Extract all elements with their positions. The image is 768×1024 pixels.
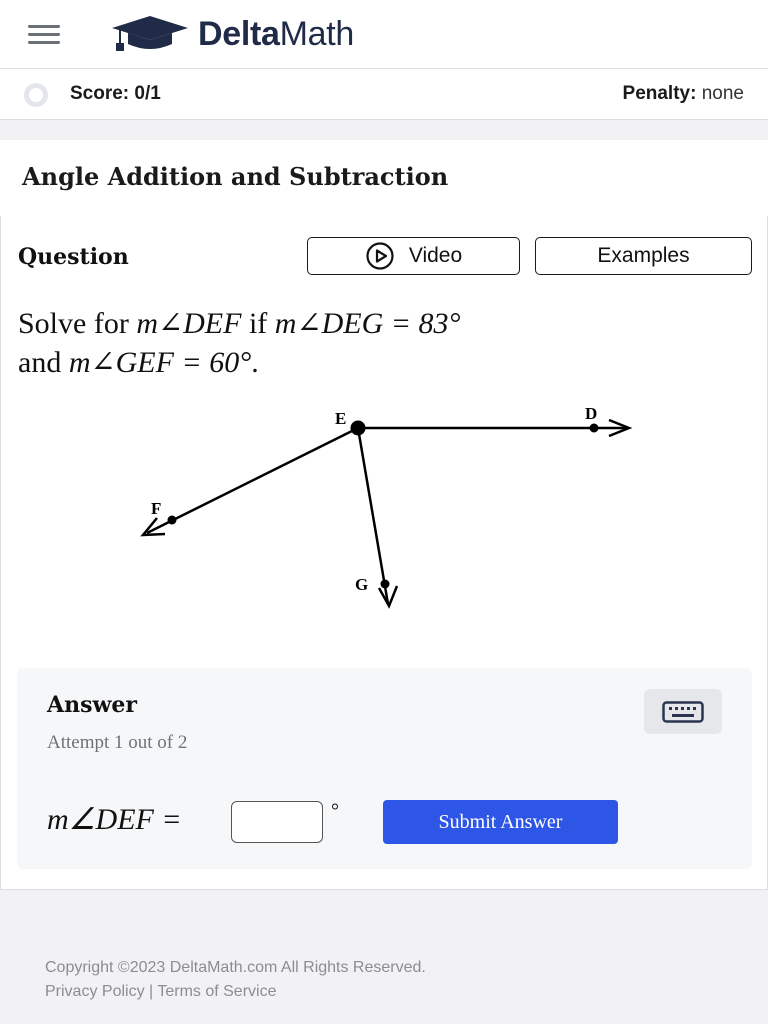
point-d — [589, 423, 599, 433]
play-circle-icon — [366, 242, 394, 270]
ray-ef — [146, 426, 359, 535]
assignment-title-card: Angle Addition and Subtraction — [0, 140, 768, 218]
math-expr-gef: m∠GEF = 60° — [68, 346, 252, 379]
examples-button[interactable]: Examples — [535, 237, 752, 275]
submit-answer-button[interactable]: Submit Answer — [383, 800, 618, 844]
penalty-text: Penalty: none — [623, 83, 744, 105]
math-expr-deg: m∠DEG = 83° — [274, 307, 461, 340]
arrowhead-g — [377, 585, 399, 609]
graduation-cap-icon — [112, 16, 188, 51]
terms-of-service-link[interactable]: Terms of Service — [157, 983, 276, 1000]
answer-expression-label: m∠DEF = — [47, 803, 182, 836]
attempt-counter: Attempt 1 out of 2 — [47, 732, 188, 753]
page-footer: Copyright ©2023 DeltaMath.com All Rights… — [45, 956, 426, 1004]
label-g: G — [355, 575, 368, 594]
point-f — [167, 515, 177, 525]
deltamath-logo[interactable]: DeltaMath — [110, 14, 354, 54]
top-navbar: DeltaMath — [0, 0, 768, 69]
score-progress-ring — [24, 83, 48, 107]
keyboard-icon — [662, 700, 704, 723]
penalty-label: Penalty: — [622, 83, 697, 104]
question-panel: Question Video Examples Solve for m∠DEF … — [0, 216, 768, 890]
angle-diagram: E D F G — [140, 404, 633, 609]
answer-section: Answer Attempt 1 out of 2 m∠DEF = ° Subm… — [17, 668, 752, 869]
video-button-label: Video — [408, 244, 463, 267]
examples-button-label: Examples — [597, 244, 690, 267]
page-title: Angle Addition and Subtraction — [22, 162, 449, 191]
label-f: F — [151, 499, 161, 518]
answer-input[interactable] — [231, 801, 323, 843]
hamburger-menu-icon[interactable] — [28, 25, 60, 45]
math-expr-def: m∠DEF — [136, 307, 242, 340]
video-button[interactable]: Video — [307, 237, 520, 275]
score-text: Score: 0/1 — [70, 83, 161, 104]
question-prompt: Solve for m∠DEF if m∠DEG = 83° and m∠GEF… — [18, 307, 461, 379]
question-heading: Question — [18, 244, 129, 270]
footer-separator: | — [149, 983, 154, 1000]
vertex-e — [350, 420, 366, 436]
label-d: D — [585, 404, 597, 423]
point-g — [380, 579, 390, 589]
degree-unit: ° — [331, 800, 339, 822]
privacy-policy-link[interactable]: Privacy Policy — [45, 983, 145, 1000]
brand-name: DeltaMath — [198, 14, 355, 53]
copyright-text: Copyright ©2023 DeltaMath.com All Rights… — [45, 959, 426, 976]
penalty-value: none — [701, 83, 744, 104]
keyboard-toggle-button[interactable] — [644, 689, 722, 734]
answer-heading: Answer — [47, 692, 137, 718]
label-e: E — [335, 409, 346, 428]
score-bar: Score: 0/1 Penalty: none — [0, 69, 768, 120]
